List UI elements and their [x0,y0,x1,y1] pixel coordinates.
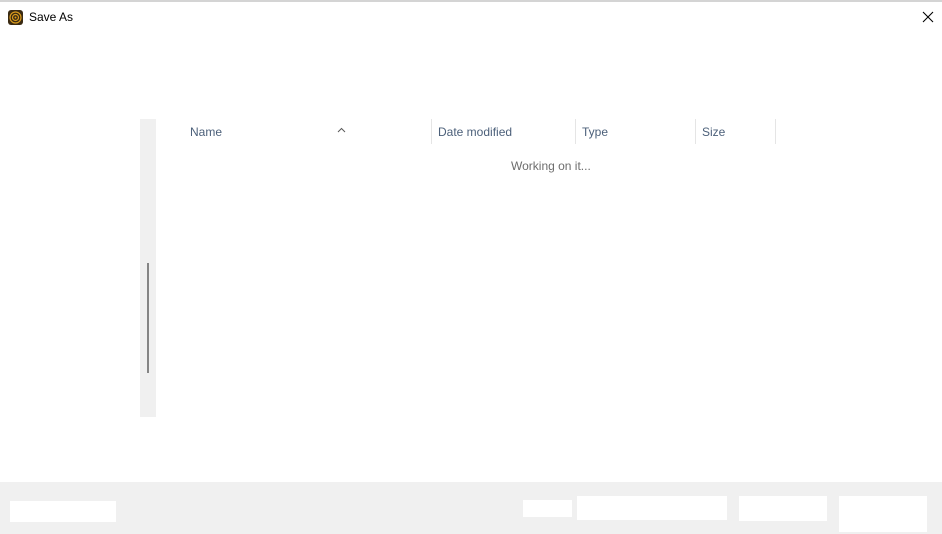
save-button-placeholder[interactable] [739,496,827,521]
column-divider[interactable] [775,119,776,144]
column-divider[interactable] [431,119,432,144]
footer-placeholder-lower [839,521,927,532]
close-icon [922,11,934,23]
window-title: Save As [29,10,74,24]
column-header-name-label: Name [190,125,223,139]
column-divider[interactable] [575,119,576,144]
footer-placeholder-small [523,500,572,517]
title-bar[interactable]: Save As [0,2,942,32]
column-divider[interactable] [695,119,696,144]
save-as-dialog: Save As Name Date modified Type Size Wor… [0,0,942,534]
loading-status: Working on it... [511,159,591,173]
app-icon [8,10,23,25]
column-header-size[interactable]: Size [702,119,774,145]
column-header-date-modified-label: Date modified [438,125,513,139]
hide-folders-placeholder[interactable] [10,501,116,522]
column-header-type[interactable]: Type [582,119,694,145]
file-list-view[interactable]: Name Date modified Type Size Working on … [156,119,942,417]
column-header-type-label: Type [582,125,609,139]
column-header-size-label: Size [702,125,726,139]
column-header-name[interactable]: Name [190,119,430,145]
column-header-date-modified[interactable]: Date modified [438,119,574,145]
close-button[interactable] [914,2,942,32]
navigation-scrollbar-thumb[interactable] [147,263,149,373]
navigation-pane[interactable] [140,119,156,417]
cancel-button-placeholder[interactable] [839,496,927,521]
footer-placeholder-wide[interactable] [577,496,727,520]
sort-ascending-icon [337,116,346,142]
dialog-footer [0,482,942,534]
